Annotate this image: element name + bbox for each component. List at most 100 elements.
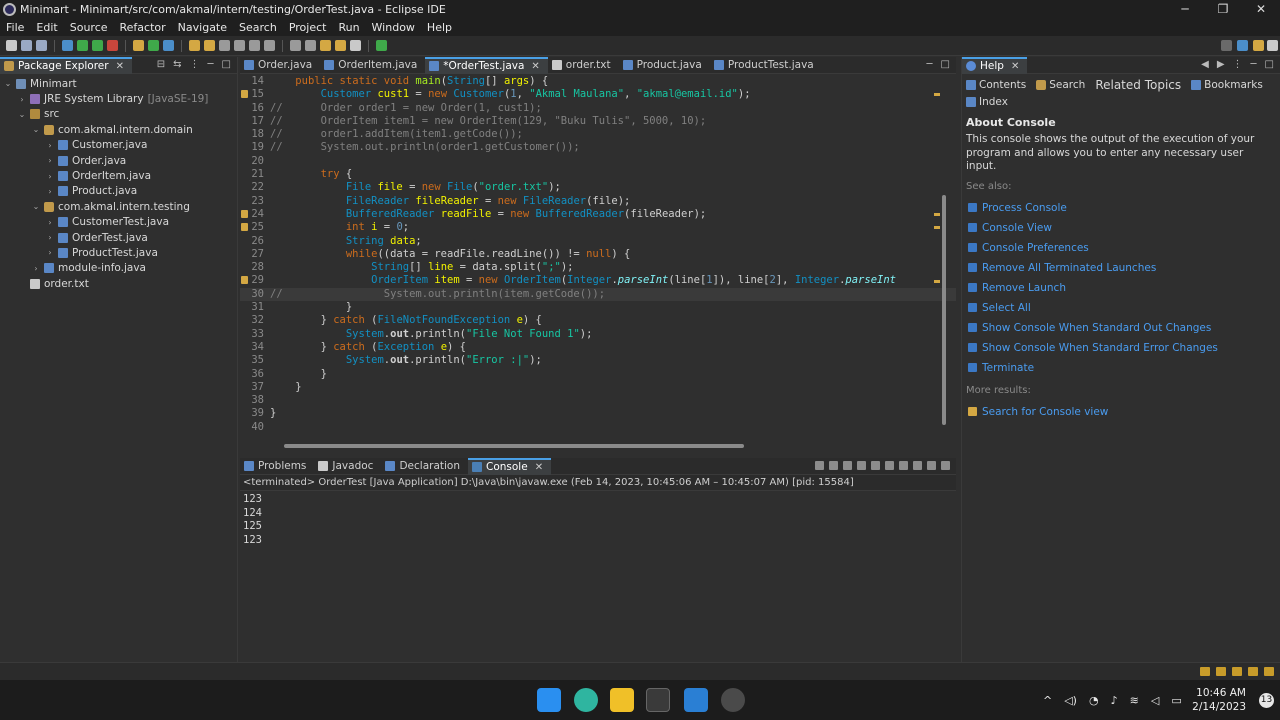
warning-icon[interactable] — [241, 276, 248, 285]
editor-horizontal-scrollbar[interactable] — [284, 444, 744, 448]
help-topic-link[interactable]: Process Console — [966, 198, 1276, 218]
code-line[interactable]: 31 } — [240, 301, 956, 314]
close-icon[interactable]: ✕ — [116, 58, 124, 75]
volume-icon[interactable]: ◁ — [1151, 694, 1159, 707]
java-perspective-icon[interactable] — [1253, 40, 1264, 51]
search-tool-icon[interactable] — [204, 40, 215, 51]
trim-stack-icon[interactable] — [1248, 667, 1258, 676]
notification-icon[interactable] — [1232, 667, 1242, 676]
open-console-icon[interactable] — [913, 461, 922, 470]
tree-item[interactable]: › Customer.java — [0, 138, 237, 153]
help-topic-link[interactable]: Show Console When Standard Out Changes — [966, 318, 1276, 338]
tree-item[interactable]: › ProductTest.java — [0, 245, 237, 260]
word-wrap-icon[interactable] — [871, 461, 880, 470]
tree-item[interactable]: order.txt — [0, 276, 237, 291]
maximize-view-icon[interactable]: □ — [1265, 59, 1274, 70]
microphone-icon[interactable]: ♪ — [1111, 694, 1118, 707]
tab-order-java[interactable]: Order.java — [240, 57, 320, 74]
minimize-button[interactable]: ─ — [1166, 0, 1204, 19]
tree-item[interactable]: › OrderTest.java — [0, 230, 237, 245]
code-line[interactable]: 23 FileReader fileReader = new FileReade… — [240, 195, 956, 208]
console-output[interactable]: 123 124 125 123 — [240, 491, 956, 547]
tree-item[interactable]: › Order.java — [0, 153, 237, 168]
code-line[interactable]: 18 // order1.addItem(item1.getCode()); — [240, 128, 956, 141]
save-icon[interactable] — [21, 40, 32, 51]
close-icon[interactable]: ✕ — [1011, 58, 1019, 75]
warning-icon[interactable] — [241, 90, 248, 99]
open-type-icon[interactable] — [189, 40, 200, 51]
battery-icon[interactable]: ▭ — [1171, 694, 1181, 707]
forward-icon[interactable]: ▶ — [1217, 59, 1225, 70]
close-icon[interactable]: ✕ — [535, 459, 543, 476]
file-explorer-icon[interactable] — [610, 688, 634, 712]
debug-perspective-icon[interactable] — [1267, 40, 1278, 51]
perspective-icon[interactable] — [1237, 40, 1248, 51]
tab-console[interactable]: Console ✕ — [468, 457, 552, 476]
menu-source[interactable]: Source — [66, 21, 116, 34]
menu-refactor[interactable]: Refactor — [116, 21, 174, 34]
help-bookmarks-link[interactable]: Bookmarks — [1191, 78, 1263, 92]
show-whitespace-icon[interactable] — [234, 40, 245, 51]
warning-marker[interactable] — [934, 279, 940, 283]
remove-all-terminated-icon[interactable] — [843, 461, 852, 470]
settings-icon[interactable] — [646, 688, 670, 712]
chevron-down-icon[interactable]: ⌄ — [4, 79, 12, 88]
warning-marker[interactable] — [934, 226, 940, 230]
view-menu-icon[interactable]: ⋮ — [190, 59, 200, 70]
chevron-down-icon[interactable]: ⌄ — [18, 110, 26, 119]
chevron-right-icon[interactable]: › — [46, 233, 54, 242]
tab-package-explorer[interactable]: Package Explorer ✕ — [0, 56, 132, 75]
pin-console-icon[interactable] — [885, 461, 894, 470]
warning-icon[interactable] — [241, 209, 248, 218]
tab-orderitem-java[interactable]: OrderItem.java — [320, 57, 425, 74]
code-line[interactable]: 29 OrderItem item = new OrderItem(Intege… — [240, 274, 956, 287]
code-line[interactable]: 30 // System.out.println(item.getCode()); — [240, 287, 956, 302]
notification-badge[interactable]: 13 — [1259, 693, 1274, 708]
progress-icon[interactable] — [1216, 667, 1226, 676]
help-index-link[interactable]: Index — [966, 96, 1008, 108]
chevron-right-icon[interactable]: › — [46, 218, 54, 227]
code-line[interactable]: 32 } catch (FileNotFoundException e) { — [240, 314, 956, 327]
display-console-icon[interactable] — [899, 461, 908, 470]
help-related-topics-link[interactable]: Related Topics — [1095, 78, 1181, 92]
tab-declaration[interactable]: Declaration — [381, 458, 468, 475]
tip-icon[interactable] — [1200, 667, 1210, 676]
tree-item[interactable]: › module-info.java — [0, 261, 237, 276]
code-line[interactable]: 40 — [240, 421, 956, 434]
chevron-down-icon[interactable]: ⌄ — [32, 202, 40, 211]
remove-launch-icon[interactable] — [829, 461, 838, 470]
minimize-view-icon[interactable]: ─ — [927, 59, 933, 70]
external-tools-icon[interactable] — [107, 40, 118, 51]
tab-ordertest-java[interactable]: *OrderTest.java ✕ — [425, 56, 548, 75]
search-icon[interactable] — [1221, 40, 1232, 51]
view-menu-icon[interactable]: ⋮ — [1233, 59, 1243, 70]
tab-problems[interactable]: Problems — [240, 458, 314, 475]
code-line[interactable]: 35 System.out.println("Error :|"); — [240, 354, 956, 367]
edge-browser-icon[interactable] — [574, 688, 598, 712]
forward-icon[interactable] — [335, 40, 346, 51]
last-edit-icon[interactable] — [350, 40, 361, 51]
tree-item[interactable]: › Product.java — [0, 184, 237, 199]
scroll-thumb[interactable] — [942, 195, 946, 425]
chevron-right-icon[interactable]: › — [46, 172, 54, 181]
help-topic-link[interactable]: Console Preferences — [966, 238, 1276, 258]
chevron-right-icon[interactable]: › — [46, 141, 54, 150]
tree-item[interactable]: ⌄ src — [0, 107, 237, 122]
code-line[interactable]: 28 String[] line = data.split(";"); — [240, 261, 956, 274]
help-topic-link[interactable]: Show Console When Standard Error Changes — [966, 338, 1276, 358]
tree-item[interactable]: ⌄ Minimart — [0, 76, 237, 91]
minimize-view-icon[interactable]: ─ — [1251, 59, 1257, 70]
help-topic-link[interactable]: Remove All Terminated Launches — [966, 258, 1276, 278]
back-icon[interactable] — [320, 40, 331, 51]
code-line[interactable]: 20 — [240, 155, 956, 168]
close-icon[interactable]: ✕ — [531, 58, 539, 75]
new-class-icon[interactable] — [163, 40, 174, 51]
link-editor-icon[interactable]: ⇆ — [173, 59, 181, 70]
help-topic-link[interactable]: Select All — [966, 298, 1276, 318]
menu-file[interactable]: File — [2, 21, 32, 34]
code-line[interactable]: 19 // System.out.println(order1.getCustom… — [240, 141, 956, 154]
search-console-view-link[interactable]: Search for Console view — [966, 402, 1276, 422]
code-line[interactable]: 34 } catch (Exception e) { — [240, 341, 956, 354]
scroll-lock-icon[interactable] — [857, 461, 866, 470]
code-line[interactable]: 25 int i = 0; — [240, 221, 956, 234]
